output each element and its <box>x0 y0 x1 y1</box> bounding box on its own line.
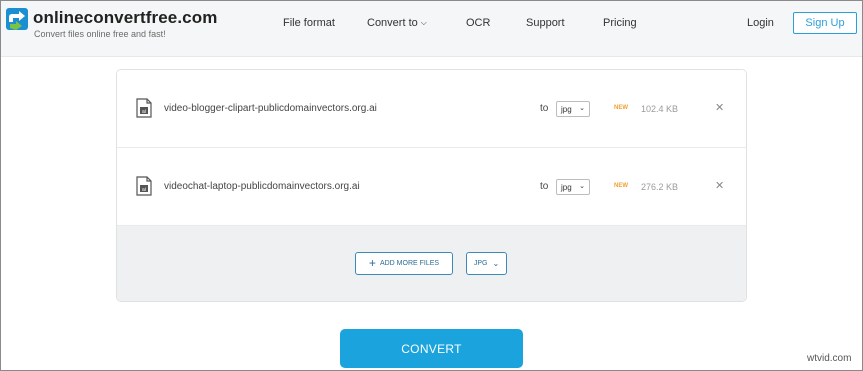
top-header: onlineconvertfree.com Convert files onli… <box>1 1 862 57</box>
target-format-value: jpg <box>561 104 572 114</box>
signup-button[interactable]: Sign Up <box>793 12 857 34</box>
target-format-value: jpg <box>561 182 572 192</box>
chevron-down-icon: ⌄ <box>579 105 585 112</box>
to-label: to <box>540 181 549 192</box>
watermark: wtvid.com <box>807 353 852 364</box>
all-format-select[interactable]: JPG ⌄ <box>466 252 507 275</box>
add-files-area: + ADD MORE FILES JPG ⌄ <box>117 226 746 301</box>
brand-name[interactable]: onlineconvertfree.com <box>33 8 217 28</box>
file-list-panel: ai video-blogger-clipart-publicdomainvec… <box>116 69 747 302</box>
add-more-files-label: ADD MORE FILES <box>379 260 440 267</box>
chevron-down-icon: ⌄ <box>579 183 585 190</box>
close-icon[interactable]: ✕ <box>715 179 724 192</box>
brand-tagline: Convert files online free and fast! <box>34 29 166 39</box>
file-type-label: ai <box>142 187 146 193</box>
convert-button[interactable]: CONVERT <box>340 329 523 368</box>
nav-pricing[interactable]: Pricing <box>603 17 637 29</box>
nav-ocr[interactable]: OCR <box>466 17 490 29</box>
file-size: 102.4 KB <box>641 104 679 114</box>
new-badge: NEW <box>614 105 628 111</box>
login-link[interactable]: Login <box>747 17 774 29</box>
target-format-select[interactable]: jpg ⌄ <box>556 179 590 195</box>
close-icon[interactable]: ✕ <box>715 101 724 114</box>
file-size: 276.2 KB <box>641 182 679 192</box>
to-label: to <box>540 103 549 114</box>
nav-convert-to-label: Convert to <box>367 17 418 29</box>
file-ai-icon: ai <box>136 98 152 118</box>
chevron-down-icon: ⌵ <box>420 18 427 27</box>
file-row: ai videochat-laptop-publicdomainvectors.… <box>117 148 746 226</box>
file-name: videochat-laptop-publicdomainvectors.org… <box>164 181 360 192</box>
file-row: ai video-blogger-clipart-publicdomainvec… <box>117 70 746 148</box>
logo-arrows-icon[interactable] <box>6 8 28 30</box>
file-ai-icon: ai <box>136 176 152 196</box>
app-window: onlineconvertfree.com Convert files onli… <box>0 0 863 371</box>
file-type-label: ai <box>142 109 146 115</box>
nav-file-format[interactable]: File format <box>283 17 335 29</box>
new-badge: NEW <box>614 183 628 189</box>
target-format-select[interactable]: jpg ⌄ <box>556 101 590 117</box>
file-name: video-blogger-clipart-publicdomainvector… <box>164 103 377 114</box>
all-format-value: JPG <box>473 260 488 267</box>
nav-support[interactable]: Support <box>526 17 565 29</box>
add-more-files-button[interactable]: + ADD MORE FILES <box>355 252 453 275</box>
plus-icon: + <box>368 256 376 270</box>
chevron-down-icon: ⌄ <box>492 259 500 268</box>
nav-convert-to[interactable]: Convert to ⌵ <box>367 17 427 29</box>
